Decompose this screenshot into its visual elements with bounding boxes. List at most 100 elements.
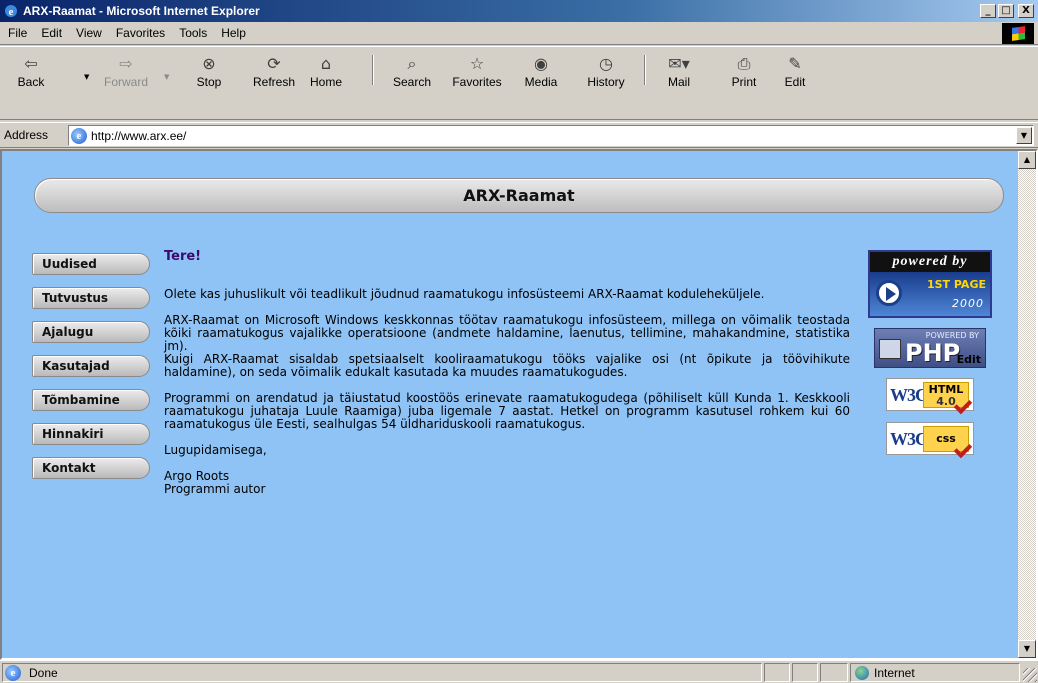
signature-name: Argo Roots	[164, 469, 230, 483]
status-text-panel: e Done	[2, 663, 762, 682]
intro-paragraph: Olete kas juhuslikult või teadlikult jõu…	[164, 287, 765, 301]
nav-kasutajad[interactable]: Kasutajad	[32, 355, 150, 377]
ie-app-icon[interactable]: e	[3, 3, 19, 19]
address-input[interactable]: e http://www.arx.ee/ ▼	[68, 125, 1034, 146]
media-icon: ◉	[534, 54, 548, 73]
firstpage-name: 1ST PAGE	[926, 278, 986, 291]
stop-button[interactable]: ⊗ Stop	[192, 53, 226, 115]
nav-kontakt[interactable]: Kontakt	[32, 457, 150, 479]
greeting-heading: Tere!	[164, 249, 202, 264]
history-button[interactable]: ◷ History	[584, 53, 628, 115]
toolbar-separator	[644, 55, 646, 85]
search-button[interactable]: ⌕ Search	[388, 53, 436, 115]
closing-text: Lugupidamisega,	[164, 443, 267, 457]
address-label: Address	[4, 128, 49, 142]
menu-edit[interactable]: Edit	[34, 26, 69, 40]
refresh-label: Refresh	[252, 75, 296, 89]
mail-button[interactable]: ✉▾ Mail	[662, 53, 696, 115]
menu-view[interactable]: View	[69, 26, 109, 40]
media-label: Media	[524, 75, 558, 89]
history-icon: ◷	[599, 54, 613, 73]
maximize-button[interactable]: □	[998, 4, 1014, 18]
zone-label: Internet	[874, 665, 915, 680]
close-button[interactable]: X	[1018, 4, 1034, 18]
security-zone[interactable]: Internet	[850, 663, 1020, 682]
favorites-label: Favorites	[452, 75, 502, 89]
w3c-logo: W3C	[890, 385, 928, 405]
badges-column: powered by 1ST PAGE 2000 POWERED BY PHP …	[868, 250, 992, 466]
status-text: Done	[29, 665, 58, 680]
media-button[interactable]: ◉ Media	[520, 53, 562, 115]
window-title: ARX-Raamat - Microsoft Internet Explorer	[23, 4, 260, 18]
site-nav: Uudised Tutvustus Ajalugu Kasutajad Tõmb…	[32, 253, 150, 491]
menu-tools[interactable]: Tools	[172, 26, 214, 40]
main-content: Tere! Olete kas juhuslikult või teadliku…	[164, 250, 850, 509]
mail-icon: ✉▾	[668, 54, 690, 73]
search-icon: ⌕	[407, 54, 417, 73]
printer-icon: ⎙	[737, 54, 751, 73]
w3c-html-badge[interactable]: W3C HTML 4.0	[886, 378, 974, 415]
nav-uudised[interactable]: Uudised	[32, 253, 150, 275]
forward-button[interactable]: ⇨ Forward	[100, 53, 152, 115]
back-button[interactable]: ⇦ Back	[12, 53, 50, 115]
page-icon: e	[5, 664, 21, 681]
resize-grip-icon[interactable]	[1023, 668, 1037, 682]
title-bar: e ARX-Raamat - Microsoft Internet Explor…	[0, 0, 1038, 22]
favorites-button[interactable]: ☆ Favorites	[446, 53, 508, 115]
menu-bar: File Edit View Favorites Tools Help	[0, 22, 1038, 45]
nav-tombamine[interactable]: Tõmbamine	[32, 389, 150, 411]
edit-label: Edit	[784, 75, 806, 89]
firstpage-top: powered by	[870, 252, 990, 272]
print-label: Print	[731, 75, 757, 89]
edit-button[interactable]: ✎ Edit	[780, 53, 810, 115]
home-label: Home	[309, 75, 342, 89]
school-paragraph: Kuigi ARX-Raamat sisaldab spetsiaalselt …	[164, 352, 850, 379]
refresh-button[interactable]: ⟳ Refresh	[250, 53, 298, 115]
globe-icon	[855, 665, 869, 680]
vertical-scrollbar[interactable]: ▲ ▼	[1018, 151, 1036, 658]
scroll-down-icon[interactable]: ▼	[1018, 640, 1036, 658]
w3c-css-badge[interactable]: W3C css	[886, 422, 974, 459]
nav-ajalugu[interactable]: Ajalugu	[32, 321, 150, 343]
php-name: PHP	[905, 339, 961, 367]
description-paragraph: ARX-Raamat on Microsoft Windows keskkonn…	[164, 313, 850, 353]
play-icon	[876, 280, 902, 306]
home-button[interactable]: ⌂ Home	[306, 53, 346, 115]
back-dropdown-icon[interactable]: ▼	[84, 73, 89, 81]
firstpage-badge[interactable]: powered by 1ST PAGE 2000	[868, 250, 992, 318]
toolbar: ⇦ Back ▼ ⇨ Forward ▼ ⊗ Stop ⟳ Refresh ⌂ …	[0, 46, 1038, 120]
minimize-button[interactable]: _	[980, 4, 996, 18]
w3c-logo: W3C	[890, 429, 928, 449]
web-page: ARX-Raamat Uudised Tutvustus Ajalugu Kas…	[2, 151, 1018, 658]
php-edit: Edit	[956, 353, 981, 366]
forward-label: Forward	[103, 75, 148, 89]
back-arrow-icon: ⇦	[24, 54, 38, 73]
edit-icon: ✎	[788, 54, 802, 73]
signature: Argo Roots Programmi autor	[164, 470, 850, 496]
history-paragraph: Programmi on arendatud ja täiustatud koo…	[164, 391, 850, 431]
forward-dropdown-icon[interactable]: ▼	[164, 73, 169, 81]
stop-icon: ⊗	[202, 54, 216, 73]
menu-favorites[interactable]: Favorites	[109, 26, 172, 40]
html-version: 4.0	[936, 395, 956, 408]
address-url[interactable]: http://www.arx.ee/	[91, 129, 1016, 143]
firstpage-year: 2000	[952, 297, 984, 310]
menu-help[interactable]: Help	[214, 26, 253, 40]
status-bar: e Done Internet	[0, 660, 1038, 683]
php-badge[interactable]: POWERED BY PHP Edit	[874, 328, 986, 368]
history-label: History	[587, 75, 625, 89]
browser-viewport: ARX-Raamat Uudised Tutvustus Ajalugu Kas…	[0, 149, 1038, 660]
status-panel	[792, 663, 818, 682]
home-icon: ⌂	[320, 54, 332, 73]
menu-file[interactable]: File	[0, 26, 34, 40]
forward-arrow-icon: ⇨	[119, 54, 133, 73]
favorites-icon: ☆	[469, 54, 485, 73]
scroll-up-icon[interactable]: ▲	[1018, 151, 1036, 169]
nav-hinnakiri[interactable]: Hinnakiri	[32, 423, 150, 445]
nav-tutvustus[interactable]: Tutvustus	[32, 287, 150, 309]
address-dropdown-icon[interactable]: ▼	[1016, 127, 1032, 144]
svg-text:e: e	[9, 6, 14, 18]
status-panel	[764, 663, 790, 682]
page-banner: ARX-Raamat	[34, 178, 1004, 213]
print-button[interactable]: ⎙ Print	[728, 53, 760, 115]
